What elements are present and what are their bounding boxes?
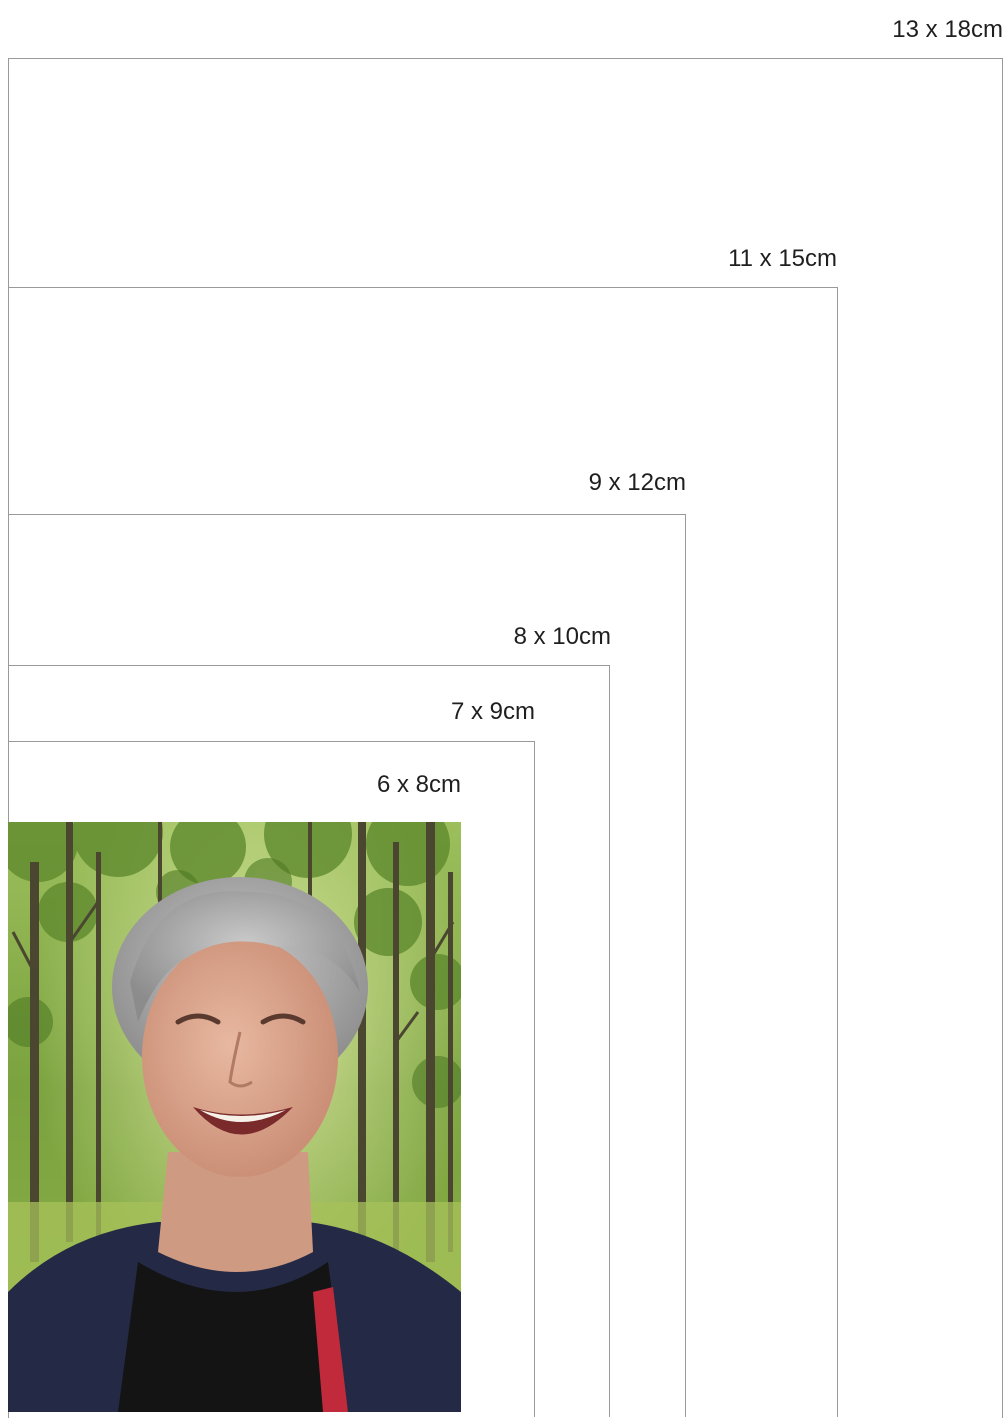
face: [142, 937, 338, 1177]
size-label-7x9: 7 x 9cm: [450, 698, 535, 725]
size-label-13x18: 13 x 18cm: [892, 16, 1003, 43]
size-label-11x15: 11 x 15cm: [728, 245, 837, 272]
size-label-9x12: 9 x 12cm: [588, 469, 686, 496]
portrait-photo: [8, 822, 461, 1412]
size-label-8x10: 8 x 10cm: [513, 623, 611, 650]
size-label-6x8: 6 x 8cm: [376, 771, 461, 798]
